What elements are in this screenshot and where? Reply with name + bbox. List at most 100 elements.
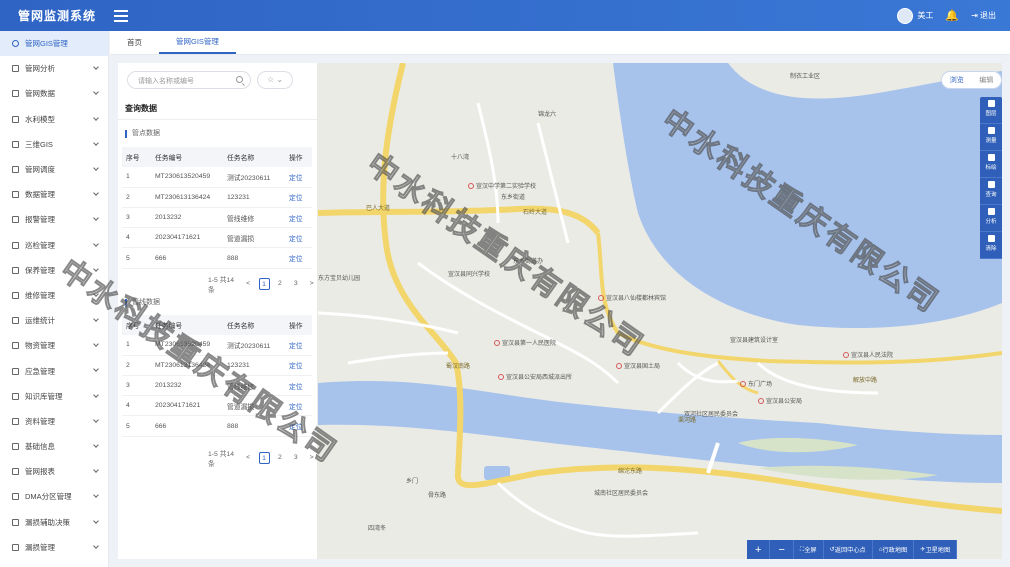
locate-link[interactable]: 定位 [289, 253, 312, 263]
cell-name: 管线维修 [227, 215, 255, 223]
pager-page-button[interactable]: 3 [290, 278, 301, 290]
cell-name: 123231 [227, 361, 250, 369]
pagination: 1-5 共14条 < 1 2 3 > [208, 274, 317, 294]
user-menu[interactable]: 美工 [897, 7, 933, 24]
locate-link[interactable]: 定位 [289, 401, 312, 411]
pager-page-button[interactable]: 2 [275, 278, 286, 290]
sidebar-item-data-management[interactable]: 数据管理 [0, 182, 108, 207]
pager-prev-button[interactable]: < [243, 278, 254, 290]
locate-link[interactable]: 定位 [289, 360, 312, 370]
logout-button[interactable]: ⇥ 退出 [971, 10, 996, 21]
layers-tool-button[interactable]: 图层 [980, 97, 1002, 124]
sidebar-item-ops-stats[interactable]: 运维统计 [0, 308, 108, 333]
pager-page-button[interactable]: 2 [275, 452, 286, 464]
table-row: 1 MT230613520459 测试20230611 定位 [122, 167, 312, 188]
measure-tool-button[interactable]: 测量 [980, 124, 1002, 151]
sidebar-item-reports[interactable]: 管网报表 [0, 459, 108, 484]
sidebar-item-inspection[interactable]: 巡检管理 [0, 233, 108, 258]
sidebar-item-3d-gis[interactable]: 三维GIS [0, 132, 108, 157]
pager-page-button[interactable]: 3 [290, 452, 301, 464]
locate-link[interactable]: 定位 [289, 192, 312, 202]
pager-prev-button[interactable]: < [243, 452, 254, 464]
search-input[interactable]: 请输入名称或编号 [127, 71, 251, 89]
sidebar-item-materials[interactable]: 物资管理 [0, 333, 108, 358]
analysis-tool-button[interactable]: 分析 [980, 205, 1002, 232]
sidebar-item-data[interactable]: 管网数据 [0, 81, 108, 106]
sidebar-item-gis[interactable]: 管网GIS管理 [0, 31, 108, 57]
map-label: 宣汉县人民法院 [843, 350, 893, 359]
sidebar-item-maintenance[interactable]: 保养管理 [0, 258, 108, 283]
zoom-in-button[interactable]: + [747, 540, 771, 559]
bell-icon[interactable]: 🔔 [945, 9, 959, 22]
zoom-out-button[interactable]: − [770, 540, 794, 559]
chevron-down-icon [93, 190, 99, 196]
cell-code: MT230613520459 [155, 341, 211, 349]
table-row: 3 2013232 管线维修 定位 [122, 376, 312, 397]
satellite-map-label: 卫星地图 [925, 547, 951, 554]
sidebar-item-analysis[interactable]: 管网分析 [0, 56, 108, 81]
locate-link[interactable]: 定位 [289, 213, 312, 223]
plot-tool-button[interactable]: 标绘 [980, 151, 1002, 178]
search-placeholder: 请输入名称或编号 [138, 78, 194, 85]
cell-no: 2 [126, 193, 130, 201]
query-tool-button[interactable]: 查询 [980, 178, 1002, 205]
sidebar-item-label: 知识库管理 [25, 391, 63, 401]
map-label: 锦龙六 [538, 112, 557, 118]
tab-gis-management[interactable]: 管网GIS管理 [159, 31, 236, 54]
pager-page-button[interactable]: 1 [258, 278, 270, 290]
column-header: 序号 [126, 323, 140, 331]
fullscreen-button[interactable]: ⛶ 全屏 [794, 540, 824, 559]
locate-link[interactable]: 定位 [289, 172, 312, 182]
sidebar-item-label: 巡检管理 [25, 240, 55, 250]
sidebar-item-emergency[interactable]: 应急管理 [0, 358, 108, 383]
admin-map-button[interactable]: ⌂ 行政地图 [873, 540, 915, 559]
column-header: 任务编号 [155, 155, 183, 163]
sidebar-item-leak-decision[interactable]: 漏损辅助决策 [0, 510, 108, 535]
pager-next-button[interactable]: > [306, 278, 317, 290]
pager-next-button[interactable]: > [306, 452, 317, 464]
sidebar-item-basic-info[interactable]: 基础信息 [0, 434, 108, 459]
locate-link[interactable]: 定位 [289, 421, 312, 431]
sidebar-item-label: 应急管理 [25, 366, 55, 376]
emergency-icon [12, 367, 19, 375]
report-icon [12, 468, 19, 476]
favorite-dropdown[interactable]: ☆ ⌄ [257, 71, 293, 89]
cell-no: 4 [126, 402, 130, 410]
locate-link[interactable]: 定位 [289, 340, 312, 350]
sidebar-item-label: 管网调度 [25, 165, 55, 175]
browse-mode-button[interactable]: 浏览 [942, 75, 972, 85]
clear-tool-button[interactable]: 清除 [980, 232, 1002, 259]
cell-no: 1 [126, 173, 130, 181]
sidebar-item-knowledge-base[interactable]: 知识库管理 [0, 384, 108, 409]
wrench-icon [12, 291, 19, 299]
sidebar-item-label: 漏损辅助决策 [25, 517, 70, 527]
search-icon[interactable] [236, 76, 243, 83]
edit-mode-button[interactable]: 编辑 [972, 75, 1002, 85]
chevron-down-icon [93, 114, 99, 121]
column-header: 序号 [126, 155, 140, 163]
menu-toggle-icon[interactable] [114, 9, 128, 22]
return-center-button[interactable]: ↺ 返回中心点 [824, 540, 873, 559]
sidebar-item-repair[interactable]: 维修管理 [0, 283, 108, 308]
sidebar-item-dispatch[interactable]: 管网调度 [0, 157, 108, 182]
sidebar-item-label: 三维GIS [25, 139, 53, 149]
cell-code: 666 [155, 254, 167, 262]
measure-icon [987, 127, 995, 134]
chevron-down-icon [93, 316, 99, 322]
locate-link[interactable]: 定位 [289, 381, 312, 391]
sidebar-item-hydraulic-model[interactable]: 水利模型 [0, 107, 108, 132]
sidebar-item-alarm[interactable]: 报警管理 [0, 207, 108, 232]
sidebar-item-documents[interactable]: 资料管理 [0, 409, 108, 434]
map-label: 宣汉县同兴学校 [448, 272, 491, 278]
tab-home[interactable]: 首页 [110, 31, 159, 54]
sidebar-item-leak-management[interactable]: 漏损管理 [0, 535, 108, 560]
chevron-down-icon [93, 492, 99, 499]
pager-page-button[interactable]: 1 [258, 452, 270, 464]
satellite-map-button[interactable]: ✈ 卫星地图 [914, 540, 958, 559]
locate-link[interactable]: 定位 [289, 233, 312, 243]
column-header: 任务名称 [227, 323, 255, 331]
sidebar-item-label: 运维统计 [25, 316, 55, 326]
table-row: 4 202304171621 管道漏损 定位 [122, 228, 312, 249]
branch-icon [12, 115, 19, 123]
sidebar-item-dma[interactable]: DMA分区管理 [0, 484, 108, 509]
